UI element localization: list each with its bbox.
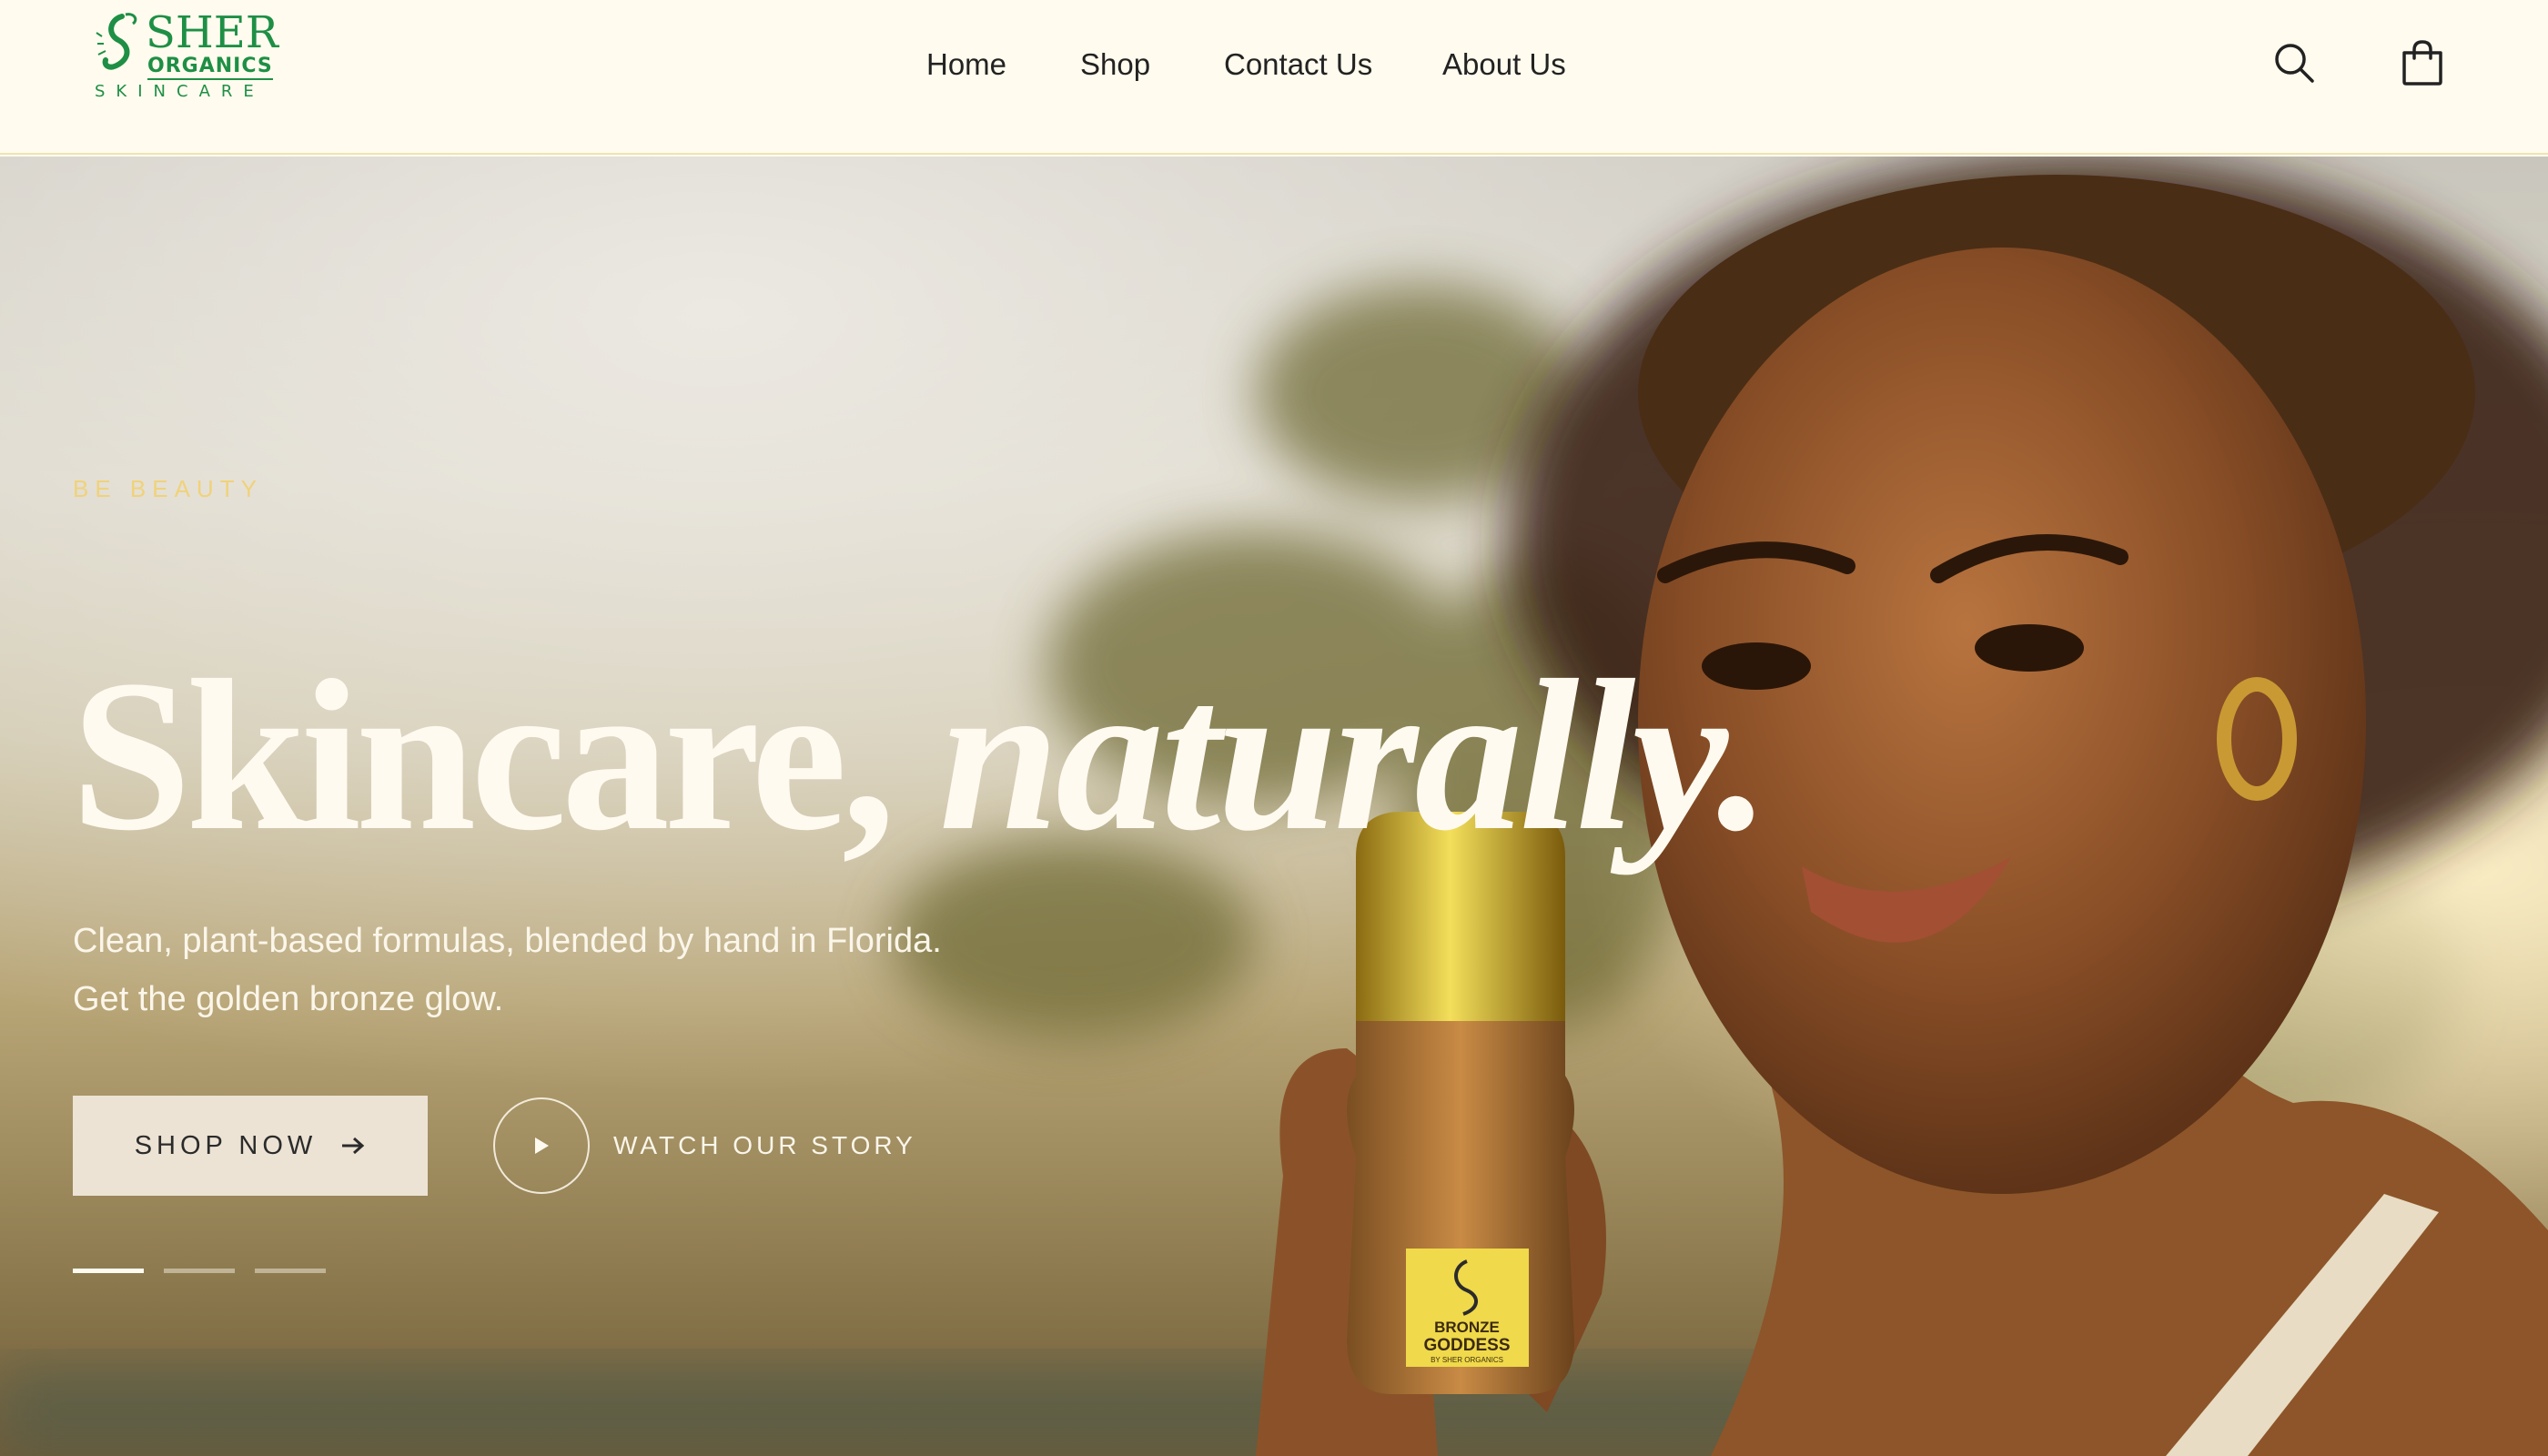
nav-about-us[interactable]: About Us [1442, 42, 1566, 87]
leaf-swirl-logo-icon [96, 13, 137, 70]
play-icon [535, 1138, 549, 1154]
watch-story-label: WATCH OUR STORY [613, 1131, 916, 1159]
slide-dot-1[interactable] [73, 1269, 144, 1273]
brand-name-sher: SHER [146, 7, 278, 58]
product-label-line2: GODDESS [1423, 1336, 1510, 1355]
product-bottle: BRONZE GODDESS BY SHER ORGANICS [1347, 812, 1574, 1394]
slide-dot-2[interactable] [164, 1269, 235, 1273]
cart-icon [2402, 40, 2442, 86]
nav-shop[interactable]: Shop [1080, 42, 1150, 87]
cart-button[interactable] [2395, 36, 2450, 91]
slide-indicators [73, 1269, 326, 1273]
search-button[interactable] [2268, 36, 2322, 91]
hero-eyebrow: BE BEAUTY [73, 475, 263, 502]
slide-dot-3[interactable] [255, 1269, 326, 1273]
headline-italic: naturally. [938, 636, 1771, 875]
hero-banner: BRONZE GODDESS BY SHER ORGANICS BE BEAUT… [0, 157, 2548, 1456]
hero-headline: Skincare, naturally. [71, 648, 1771, 864]
play-button[interactable] [493, 1097, 590, 1194]
brand-logo[interactable]: SHER ORGANICS SKINCARE [91, 9, 282, 102]
brand-name-organics: ORGANICS [147, 56, 273, 80]
product-label-line1: BRONZE [1434, 1319, 1500, 1336]
shop-now-label: SHOP NOW [134, 1130, 318, 1160]
brand-name-skincare: SKINCARE [95, 82, 265, 101]
nav-home[interactable]: Home [926, 42, 1006, 87]
nav-contact-us[interactable]: Contact Us [1224, 42, 1372, 87]
site-header: SHER ORGANICS SKINCARE Home Shop Contact… [0, 0, 2548, 155]
hero-subcopy: Clean, plant-based formulas, blended by … [73, 922, 942, 1018]
shop-now-button[interactable]: SHOP NOW [73, 1096, 428, 1196]
search-icon [2275, 44, 2314, 83]
arrow-right-icon [342, 1137, 365, 1155]
headline-regular: Skincare, [71, 636, 895, 875]
watch-story-button[interactable]: WATCH OUR STORY [493, 1096, 916, 1196]
product-label-line3: BY SHER ORGANICS [1431, 1356, 1503, 1364]
